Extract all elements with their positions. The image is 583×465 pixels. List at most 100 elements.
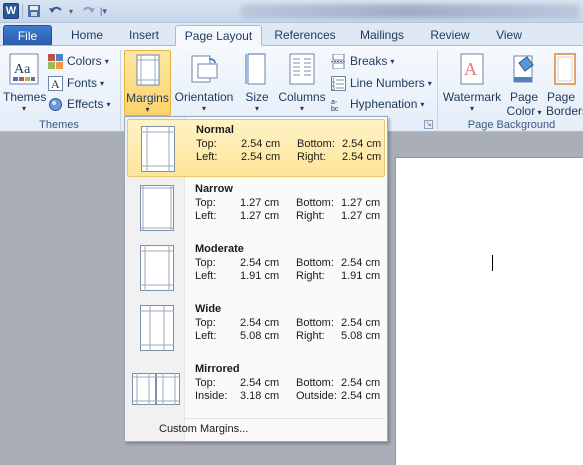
chevron-down-icon: ▾ <box>21 104 26 113</box>
margin-value: 1.27 cm <box>341 210 381 222</box>
margin-option-name: Wide <box>195 303 222 315</box>
ribbon-tabs: File Home Insert Page Layout References … <box>0 23 583 46</box>
margin-label: Right: <box>296 270 325 282</box>
effects-label: Effects <box>67 97 104 111</box>
redo-icon[interactable] <box>81 4 97 19</box>
watermark-label: Watermark <box>442 90 502 104</box>
margin-value: 2.54 cm <box>341 317 381 329</box>
page-color-button[interactable]: Page Color ▾ <box>505 50 543 118</box>
svg-text:3: 3 <box>332 86 335 91</box>
margin-row-top: Top: 2.54 cm Bottom: 2.54 cm <box>195 317 383 330</box>
effects-icon <box>48 97 63 112</box>
margin-option-normal[interactable]: Normal Top: 2.54 cm Bottom: 2.54 cm Left… <box>127 119 385 177</box>
columns-label: Columns <box>278 90 326 104</box>
page-background-group-label: Page Background <box>467 119 556 131</box>
margin-option-mirrored[interactable]: Mirrored Top: 2.54 cm Bottom: 2.54 cm In… <box>127 359 385 417</box>
chevron-down-icon: ▾ <box>254 104 259 113</box>
margins-icon <box>136 54 160 89</box>
margin-value: 2.54 cm <box>342 138 382 150</box>
customize-qat-icon[interactable]: |▾ <box>100 4 107 19</box>
colors-button[interactable]: Colors ▾ <box>48 51 109 71</box>
themes-label: Themes <box>3 90 47 104</box>
fonts-label: Fonts <box>67 76 98 90</box>
group-separator <box>437 50 438 130</box>
margin-option-name: Narrow <box>195 183 233 195</box>
margin-row-inside: Inside: 3.18 cm Outside: 2.54 cm <box>195 390 383 403</box>
margin-label: Left: <box>195 210 217 222</box>
orientation-label: Orientation <box>174 90 234 104</box>
narrow-margins-icon <box>140 185 174 234</box>
page-borders-label-2: Borders <box>546 104 583 118</box>
fonts-icon: A <box>48 76 63 92</box>
watermark-button[interactable]: A Watermark ▾ <box>441 50 503 116</box>
custom-margins-item[interactable]: Custom Margins... <box>159 423 248 435</box>
tab-references[interactable]: References <box>270 25 340 46</box>
save-icon[interactable] <box>27 4 41 19</box>
margin-label: Bottom: <box>296 377 334 389</box>
document-page[interactable] <box>395 157 583 465</box>
line-numbers-button[interactable]: 1 2 3 Line Numbers ▾ <box>331 73 432 93</box>
themes-group-label: Themes <box>39 119 79 131</box>
margins-button[interactable]: Margins ▾ <box>124 50 171 116</box>
columns-button[interactable]: Columns ▾ <box>277 50 327 116</box>
margin-value: 1.27 cm <box>240 197 280 209</box>
tab-page-layout[interactable]: Page Layout <box>175 25 262 46</box>
breaks-button[interactable]: Breaks ▾ <box>331 51 394 71</box>
margin-label: Bottom: <box>296 197 334 209</box>
margin-label: Left: <box>196 151 218 163</box>
margin-label: Outside: <box>296 390 337 402</box>
chevron-down-icon: ▾ <box>420 99 425 109</box>
margin-value: 2.54 cm <box>241 138 281 150</box>
chevron-down-icon: ▾ <box>201 104 206 113</box>
margin-value: 2.54 cm <box>341 257 381 269</box>
margin-option-moderate[interactable]: Moderate Top: 2.54 cm Bottom: 2.54 cm Le… <box>127 239 385 297</box>
wide-margins-icon <box>140 305 174 354</box>
watermark-icon: A <box>460 53 484 88</box>
effects-button[interactable]: Effects ▾ <box>48 94 110 114</box>
chevron-down-icon: ▾ <box>535 108 542 117</box>
tab-home[interactable]: Home <box>62 25 112 46</box>
margin-value: 2.54 cm <box>240 377 280 389</box>
page-setup-dialog-launcher-icon[interactable]: ↘ <box>424 120 433 129</box>
fonts-button[interactable]: A Fonts ▾ <box>48 73 104 93</box>
tab-mailings[interactable]: Mailings <box>352 25 412 46</box>
undo-dropdown-icon[interactable]: ▾ <box>69 4 73 19</box>
size-label: Size <box>245 90 269 104</box>
tab-insert[interactable]: Insert <box>121 25 167 46</box>
undo-icon[interactable] <box>47 4 65 19</box>
margin-label: Top: <box>195 317 216 329</box>
margin-label: Left: <box>195 330 217 342</box>
margin-label: Top: <box>195 257 216 269</box>
tab-file[interactable]: File <box>3 25 52 46</box>
margin-label: Right: <box>296 330 325 342</box>
hyphenation-button[interactable]: a-bc Hyphenation ▾ <box>331 94 424 114</box>
margin-row-top: Top: 2.54 cm Bottom: 2.54 cm <box>195 257 383 270</box>
margins-label: Margins <box>126 91 169 105</box>
chevron-down-icon: ▾ <box>390 56 395 66</box>
margin-label: Top: <box>196 138 217 150</box>
margin-value: 2.54 cm <box>342 151 382 163</box>
moderate-margins-icon <box>140 245 174 294</box>
margin-option-narrow[interactable]: Narrow Top: 1.27 cm Bottom: 1.27 cm Left… <box>127 179 385 237</box>
word-app-icon[interactable]: W <box>3 3 19 19</box>
margin-label: Top: <box>195 377 216 389</box>
themes-button[interactable]: Aa Themes ▾ <box>3 50 47 116</box>
margin-value: 1.27 cm <box>240 210 280 222</box>
page-borders-button[interactable]: Page Borders <box>545 50 583 118</box>
orientation-button[interactable]: Orientation ▾ <box>173 50 235 116</box>
margin-row-top: Top: 2.54 cm Bottom: 2.54 cm <box>196 138 384 151</box>
margin-option-wide[interactable]: Wide Top: 2.54 cm Bottom: 2.54 cm Left: … <box>127 299 385 357</box>
size-button[interactable]: Size ▾ <box>240 50 274 116</box>
mirrored-margins-icon <box>132 365 180 414</box>
chevron-down-icon: ▾ <box>469 104 474 113</box>
themes-icon: Aa <box>9 53 39 88</box>
tab-view[interactable]: View <box>488 25 530 46</box>
svg-text:Aa: Aa <box>14 62 31 77</box>
page-color-label-2-text: Color <box>506 104 536 118</box>
orientation-icon <box>189 53 219 88</box>
tab-review[interactable]: Review <box>424 25 476 46</box>
text-cursor <box>492 255 493 271</box>
margin-option-name: Moderate <box>195 243 244 255</box>
margin-label: Top: <box>195 197 216 209</box>
margin-value: 2.54 cm <box>241 151 281 163</box>
